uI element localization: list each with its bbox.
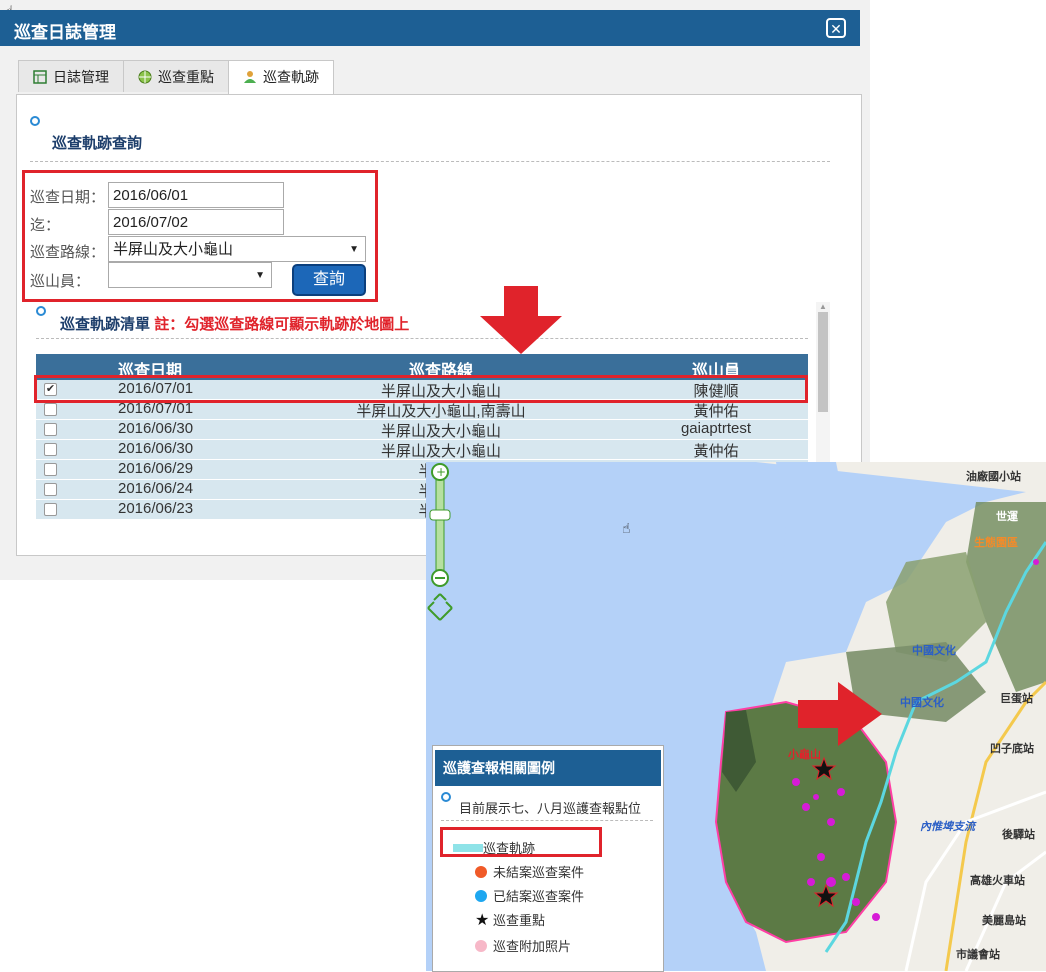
- map-legend: 巡護查報相關圖例 目前展示七、八月巡護查報點位 巡查軌跡 未結案巡查案件 已結案…: [432, 745, 664, 972]
- hand-cursor-icon: ☝: [622, 520, 631, 536]
- legend-item: ★ 巡查重點: [475, 910, 545, 930]
- tab-label: 日誌管理: [53, 69, 109, 85]
- map-label: 凹子底站: [990, 743, 1034, 755]
- staff-label: 巡山員：: [30, 273, 91, 290]
- legend-label: 巡查附加照片: [493, 939, 572, 954]
- row-route: 半屏山及大小龜山: [380, 443, 501, 460]
- legend-title: 巡護查報相關圖例: [435, 750, 661, 786]
- legend-label: 巡查重點: [493, 913, 546, 928]
- staff-select[interactable]: [108, 262, 272, 289]
- row-date: 2016/06/30: [118, 420, 194, 437]
- date-to-label: 迄：: [30, 217, 61, 234]
- map-label: 小龜山: [788, 749, 821, 761]
- map-label: 內惟埤支流: [920, 821, 975, 833]
- divider: [30, 161, 830, 162]
- row-date: 2016/06/24: [118, 480, 194, 497]
- tab-label: 巡查重點: [158, 69, 214, 85]
- map-label: 市議會站: [956, 949, 1000, 961]
- map-label: 中國文化: [912, 645, 956, 657]
- map-label: 生態園區: [974, 537, 1018, 549]
- map-label: 世運: [996, 511, 1018, 523]
- row-route: 半屏山及大小龜山: [380, 423, 501, 440]
- map-label: 高雄火車站: [970, 875, 1025, 887]
- arrow-down-annotation: [480, 286, 562, 354]
- tab-patrol-points[interactable]: 巡查重點: [123, 60, 229, 92]
- legend-track-highlight: [440, 827, 602, 857]
- map-label: 後驛站: [1002, 829, 1035, 841]
- divider: [441, 820, 653, 821]
- zoom-in-icon[interactable]: [434, 462, 454, 482]
- legend-item: 已結案巡查案件: [475, 886, 584, 905]
- table-row[interactable]: 2016/06/30 半屏山及大小龜山 黃仲佑: [36, 439, 808, 460]
- tab-patrol-tracks[interactable]: 巡查軌跡: [228, 60, 334, 94]
- map-label: 中國文化: [900, 697, 944, 709]
- row-staff: 黃仲佑: [693, 403, 739, 420]
- close-icon[interactable]: ✕: [826, 18, 846, 38]
- date-to-input[interactable]: 2016/07/02: [108, 209, 284, 235]
- row-staff: 黃仲佑: [693, 443, 739, 460]
- dialog-titlebar: 巡查日誌管理 ✕: [0, 10, 860, 46]
- target-icon: [138, 63, 152, 84]
- scroll-up-icon[interactable]: ▲: [819, 302, 827, 311]
- table-row[interactable]: 2016/06/30 半屏山及大小龜山 gaiaptrtest: [36, 419, 808, 440]
- dialog-title: 巡查日誌管理: [14, 23, 116, 42]
- list-title-text: 巡查軌跡清單: [60, 316, 151, 333]
- legend-item: 未結案巡查案件: [475, 862, 584, 881]
- bullet-icon: [30, 116, 40, 126]
- legend-subtitle: 目前展示七、八月巡護查報點位: [459, 801, 642, 816]
- row-checkbox[interactable]: [44, 443, 57, 456]
- zoom-out-icon[interactable]: [434, 568, 454, 588]
- list-section-title: 巡查軌跡清單 註：勾選巡查路線可顯示軌跡於地圖上: [60, 313, 409, 334]
- row-checkbox[interactable]: [44, 423, 57, 436]
- map-label: 油廠國小站: [966, 471, 1021, 483]
- selected-row-highlight: [34, 375, 808, 403]
- query-button[interactable]: 查詢: [292, 264, 366, 296]
- route-label: 巡查路線：: [30, 244, 106, 261]
- scroll-thumb[interactable]: [818, 312, 828, 412]
- row-checkbox[interactable]: [44, 503, 57, 516]
- calendar-icon: [33, 63, 47, 84]
- legend-item: 巡查附加照片: [475, 936, 571, 955]
- list-note: 註：勾選巡查路線可顯示軌跡於地圖上: [154, 316, 410, 333]
- bullet-icon: [36, 306, 46, 316]
- tab-label: 巡查軌跡: [263, 69, 319, 85]
- query-section-title: 巡查軌跡查詢: [52, 135, 143, 152]
- star-icon: ★: [475, 912, 490, 929]
- row-staff: gaiaptrtest: [680, 420, 752, 437]
- row-checkbox[interactable]: [44, 463, 57, 476]
- row-date: 2016/06/30: [118, 440, 194, 457]
- date-from-label: 巡查日期：: [30, 189, 106, 206]
- divider: [36, 338, 808, 339]
- tab-log-management[interactable]: 日誌管理: [18, 60, 124, 92]
- legend-label: 未結案巡查案件: [493, 865, 585, 880]
- legend-label: 已結案巡查案件: [493, 889, 585, 904]
- row-date: 2016/06/23: [118, 500, 194, 517]
- row-route: 半屏山及大小龜山,南壽山: [356, 403, 526, 420]
- pan-icon[interactable]: [426, 590, 456, 624]
- row-date: 2016/06/29: [118, 460, 194, 477]
- photo-dot-icon: [475, 940, 487, 952]
- date-from-input[interactable]: 2016/06/01: [108, 182, 284, 208]
- tab-bar: 日誌管理 巡查重點 巡查軌跡: [18, 60, 334, 94]
- zoom-slider-handle[interactable]: [430, 510, 452, 522]
- route-select[interactable]: 半屏山及大小龜山: [108, 236, 366, 263]
- open-case-dot-icon: [475, 866, 487, 878]
- bullet-icon: [441, 792, 451, 802]
- closed-case-dot-icon: [475, 890, 487, 902]
- map-label: 美麗島站: [982, 915, 1026, 927]
- row-checkbox[interactable]: [44, 483, 57, 496]
- map-label: 巨蛋站: [1000, 693, 1033, 705]
- row-checkbox[interactable]: [44, 403, 57, 416]
- user-icon: [243, 63, 257, 83]
